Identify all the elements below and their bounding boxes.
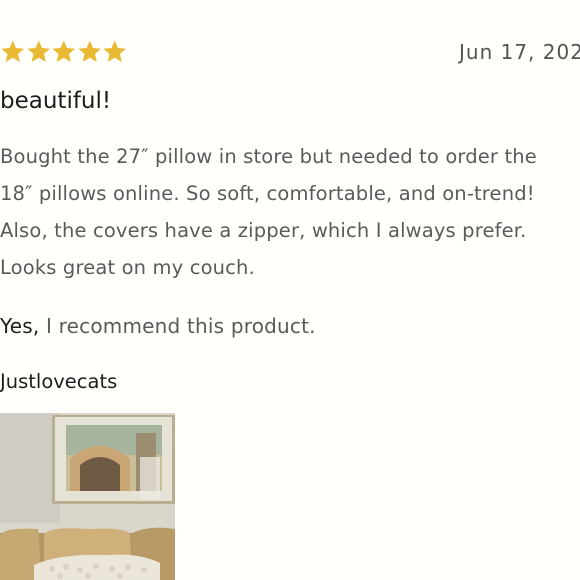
review-card: Jun 17, 2022 beautiful! Bought the 27″ p… bbox=[0, 0, 580, 580]
review-body-line: Also, the covers have a zipper, which I … bbox=[0, 219, 527, 242]
couch-photo-image bbox=[0, 413, 175, 580]
review-title: beautiful! bbox=[0, 88, 112, 114]
recommend-yes-label: Yes, bbox=[0, 314, 40, 338]
review-body-line: Bought the 27″ pillow in store but neede… bbox=[0, 145, 537, 168]
review-body: Bought the 27″ pillow in store but neede… bbox=[0, 138, 570, 286]
star-icon bbox=[51, 39, 77, 64]
review-date: Jun 17, 2022 bbox=[459, 40, 580, 64]
star-icon bbox=[77, 39, 103, 64]
review-author: Justlovecats bbox=[0, 370, 118, 393]
review-photo[interactable] bbox=[0, 413, 175, 580]
star-icon bbox=[26, 39, 52, 64]
review-body-line: Looks great on my couch. bbox=[0, 256, 255, 279]
review-body-line: 18″ pillows online. So soft, comfortable… bbox=[0, 182, 535, 205]
star-rating bbox=[0, 36, 128, 66]
recommendation: Yes, I recommend this product. bbox=[0, 314, 316, 338]
star-icon bbox=[102, 39, 128, 64]
recommend-text: I recommend this product. bbox=[39, 314, 316, 338]
star-icon bbox=[0, 39, 26, 64]
